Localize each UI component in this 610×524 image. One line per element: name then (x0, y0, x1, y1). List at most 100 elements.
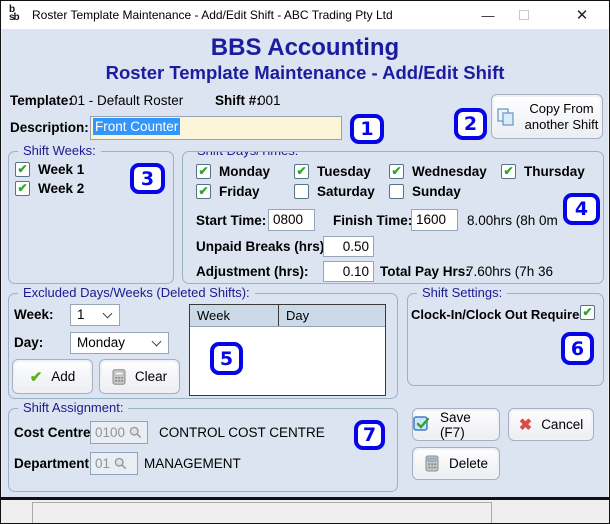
calculator-icon (112, 369, 126, 385)
excluded-week-value: 1 (77, 307, 85, 322)
close-button[interactable]: ✕ (563, 1, 601, 29)
shift-days-group: Shift Days/Times: ✔ Monday ✔ Tuesday ✔ W… (182, 151, 604, 284)
excluded-day-label: Day: (14, 335, 43, 350)
copy-icon (496, 107, 516, 127)
status-bar-inset (32, 502, 492, 524)
week2-checkbox[interactable]: ✔ (15, 181, 30, 196)
maximize-button[interactable] (505, 1, 543, 29)
shift-number-value: 001 (258, 93, 281, 108)
saturday-checkbox-row[interactable]: Saturday (294, 184, 375, 199)
save-button-label: Save (F7) (440, 410, 499, 440)
copy-button-label-line2: another Shift (525, 117, 599, 133)
template-value: 01 - Default Roster (70, 93, 183, 108)
sunday-checkbox[interactable] (389, 184, 404, 199)
sunday-checkbox-row[interactable]: Sunday (389, 184, 461, 199)
adjustment-input[interactable]: 0.10 (323, 261, 374, 282)
friday-checkbox-row[interactable]: ✔ Friday (196, 184, 260, 199)
column-header-week[interactable]: Week (190, 305, 279, 326)
status-bar (1, 500, 610, 524)
adjustment-label: Adjustment (hrs): (196, 264, 309, 279)
shift-assignment-legend: Shift Assignment: (18, 400, 128, 415)
saturday-checkbox[interactable] (294, 184, 309, 199)
save-icon (413, 416, 431, 433)
finish-time-label: Finish Time: (333, 213, 412, 228)
shift-weeks-legend: Shift Weeks: (18, 143, 101, 158)
minimize-button[interactable]: — (469, 1, 507, 29)
week2-checkbox-row[interactable]: ✔ Week 2 (15, 181, 84, 196)
annotation-mark-2: 2 (454, 108, 487, 140)
delete-button-label: Delete (449, 456, 488, 471)
clock-required-checkbox[interactable]: ✔ (580, 305, 595, 320)
app-name-heading: BBS Accounting (2, 34, 608, 62)
excluded-week-label: Week: (14, 307, 54, 322)
thursday-label: Thursday (524, 164, 585, 179)
dialog-window: bsb Roster Template Maintenance - Add/Ed… (0, 0, 610, 524)
search-icon[interactable] (114, 457, 127, 470)
cancel-x-icon: ✖ (519, 415, 532, 435)
cancel-button[interactable]: ✖ Cancel (508, 408, 594, 441)
week1-checkbox-row[interactable]: ✔ Week 1 (15, 162, 84, 177)
clock-required-label: Clock-In/Clock Out Required: (411, 307, 592, 322)
shift-assignment-group: Shift Assignment: (8, 408, 398, 492)
annotation-mark-3: 3 (130, 163, 165, 194)
week2-label: Week 2 (38, 181, 84, 196)
finish-time-input[interactable]: 1600 (411, 209, 458, 231)
add-button-label: Add (51, 369, 75, 384)
excluded-day-select[interactable]: Monday (70, 332, 169, 354)
shift-number-label: Shift #: (215, 93, 261, 108)
column-header-day[interactable]: Day (279, 305, 385, 326)
total-pay-value: 7.60hrs (7h 36 (466, 264, 553, 279)
monday-label: Monday (219, 164, 270, 179)
thursday-checkbox-row[interactable]: ✔ Thursday (501, 164, 585, 179)
annotation-mark-5: 5 (210, 342, 243, 375)
copy-from-shift-button[interactable]: Copy From another Shift (491, 94, 603, 139)
tuesday-checkbox[interactable]: ✔ (294, 164, 309, 179)
search-icon[interactable] (129, 426, 142, 439)
description-selected-text: Front Counter (93, 118, 180, 135)
wednesday-checkbox-row[interactable]: ✔ Wednesday (389, 164, 487, 179)
department-name: MANAGEMENT (144, 456, 241, 471)
unpaid-breaks-input[interactable]: 0.50 (323, 236, 374, 257)
delete-button[interactable]: Delete (412, 447, 500, 480)
cost-centre-lookup-field[interactable]: 0100 (90, 421, 148, 444)
department-lookup-field[interactable]: 01 (90, 452, 138, 475)
excluded-day-value: Monday (77, 335, 125, 350)
monday-checkbox[interactable]: ✔ (196, 164, 211, 179)
excluded-days-legend: Excluded Days/Weeks (Deleted Shifts): (18, 285, 255, 300)
thursday-checkbox[interactable]: ✔ (501, 164, 516, 179)
cancel-button-label: Cancel (541, 417, 583, 432)
excluded-table-header: Week Day (190, 305, 385, 327)
add-button[interactable]: ✔ Add (12, 359, 93, 394)
copy-button-label-line1: Copy From (525, 101, 599, 117)
delete-calculator-icon (424, 455, 440, 472)
total-pay-label: Total Pay Hrs: (380, 264, 470, 279)
app-logo-icon: bsb (9, 6, 26, 23)
friday-checkbox[interactable]: ✔ (196, 184, 211, 199)
start-time-input[interactable]: 0800 (268, 209, 315, 231)
shift-duration-text: 8.00hrs (8h 0m (467, 213, 558, 228)
cost-centre-code: 0100 (95, 425, 125, 440)
clear-button[interactable]: Clear (99, 359, 180, 394)
tuesday-label: Tuesday (317, 164, 371, 179)
department-code: 01 (95, 456, 110, 471)
clear-button-label: Clear (135, 369, 167, 384)
tuesday-checkbox-row[interactable]: ✔ Tuesday (294, 164, 371, 179)
save-button[interactable]: Save (F7) (412, 408, 500, 441)
wednesday-checkbox[interactable]: ✔ (389, 164, 404, 179)
wednesday-label: Wednesday (412, 164, 487, 179)
dialog-body: BBS Accounting Roster Template Maintenan… (2, 29, 608, 497)
saturday-label: Saturday (317, 184, 375, 199)
add-check-icon: ✔ (30, 368, 43, 386)
monday-checkbox-row[interactable]: ✔ Monday (196, 164, 270, 179)
annotation-mark-4: 4 (563, 193, 600, 225)
unpaid-breaks-label: Unpaid Breaks (hrs): (196, 239, 329, 254)
week1-checkbox[interactable]: ✔ (15, 162, 30, 177)
excluded-week-select[interactable]: 1 (70, 304, 120, 326)
maximize-icon (519, 10, 529, 20)
friday-label: Friday (219, 184, 260, 199)
description-label: Description: (10, 120, 89, 135)
description-input[interactable]: Front Counter (90, 116, 342, 140)
annotation-mark-1: 1 (350, 114, 384, 144)
template-label: Template: (10, 93, 73, 108)
week1-label: Week 1 (38, 162, 84, 177)
